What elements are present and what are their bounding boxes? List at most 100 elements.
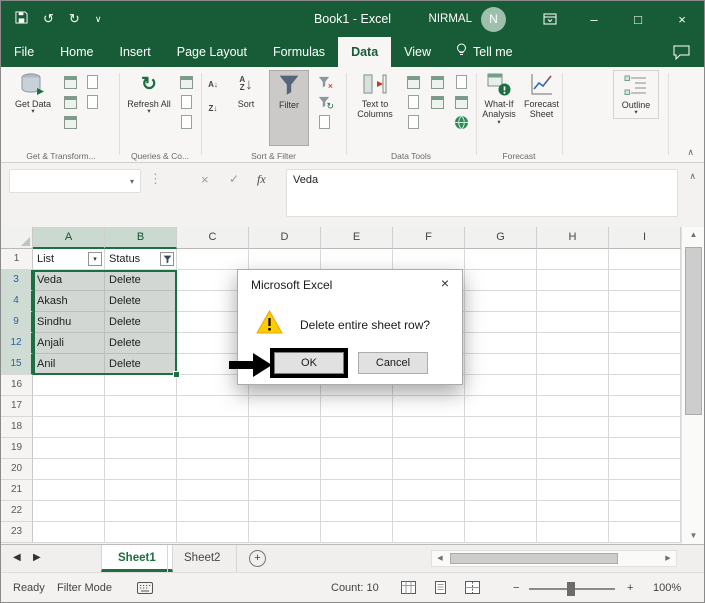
from-web-icon[interactable] <box>83 73 101 91</box>
column-header-e[interactable]: E <box>321 227 393 249</box>
horizontal-scrollbar[interactable]: ◀ ▶ <box>431 550 677 567</box>
row-header-18[interactable]: 18 <box>1 417 33 438</box>
zoom-slider[interactable] <box>529 582 615 596</box>
tab-home[interactable]: Home <box>47 37 106 67</box>
name-box-dropdown-icon[interactable]: ▾ <box>130 170 134 194</box>
edit-links-icon[interactable] <box>177 113 195 131</box>
formula-bar-resize-handle[interactable]: ⋮ <box>149 171 162 187</box>
row-header-9[interactable]: 9 <box>1 312 33 333</box>
row-header-21[interactable]: 21 <box>1 480 33 501</box>
add-sheet-button[interactable]: + <box>249 550 266 567</box>
cancel-button[interactable]: Cancel <box>358 352 428 374</box>
column-header-g[interactable]: G <box>465 227 537 249</box>
get-data-button[interactable]: Get Data ▾ <box>9 70 57 117</box>
tab-page-layout[interactable]: Page Layout <box>164 37 260 67</box>
scroll-right-icon[interactable]: ▶ <box>660 551 676 566</box>
tab-sheet1[interactable]: Sheet1 <box>101 545 173 572</box>
flash-fill-icon[interactable] <box>404 73 422 91</box>
advanced-filter-icon[interactable] <box>315 113 333 131</box>
cancel-entry-icon[interactable]: × <box>201 172 209 187</box>
refresh-all-button[interactable]: ↻ Refresh All ▾ <box>125 70 173 117</box>
tab-file[interactable]: File <box>1 37 47 67</box>
row-header-19[interactable]: 19 <box>1 438 33 459</box>
row-header-23[interactable]: 23 <box>1 522 33 543</box>
outline-button[interactable]: Outline ▾ <box>613 70 659 119</box>
dialog-close-icon[interactable]: × <box>428 270 462 296</box>
confirm-entry-icon[interactable]: ✓ <box>229 172 239 186</box>
row-header-4[interactable]: 4 <box>1 291 33 312</box>
manage-data-model-icon[interactable] <box>452 93 470 111</box>
sheet-nav-right-icon[interactable]: ▶ <box>33 552 41 563</box>
row-header-17[interactable]: 17 <box>1 396 33 417</box>
row-header-3[interactable]: 3 <box>1 270 33 291</box>
sheet-nav-left-icon[interactable]: ◀ <box>13 552 21 563</box>
collapse-ribbon-icon[interactable]: ∧ <box>687 147 694 158</box>
tab-data[interactable]: Data <box>338 37 392 67</box>
row-header-12[interactable]: 12 <box>1 333 33 354</box>
comment-icon[interactable] <box>659 37 704 67</box>
zoom-out-button[interactable]: − <box>513 573 519 602</box>
filter-active-b1[interactable] <box>160 252 174 266</box>
column-header-c[interactable]: C <box>177 227 249 249</box>
avatar[interactable]: N <box>481 6 506 32</box>
zoom-in-button[interactable]: + <box>627 573 633 602</box>
cell-a3[interactable]: Veda <box>33 270 105 291</box>
view-page-break-icon[interactable] <box>465 581 480 597</box>
tell-me[interactable]: Tell me <box>444 37 525 67</box>
ok-button[interactable]: OK <box>274 352 344 374</box>
cell-b9[interactable]: Delete <box>105 312 177 333</box>
recent-sources-icon[interactable] <box>83 93 101 111</box>
row-header-20[interactable]: 20 <box>1 459 33 480</box>
geography-globe-icon[interactable] <box>452 113 470 131</box>
select-all-corner[interactable] <box>1 227 33 249</box>
view-normal-icon[interactable] <box>401 581 416 597</box>
filter-button[interactable]: Filter <box>269 70 309 146</box>
remove-duplicates-icon[interactable] <box>428 73 446 91</box>
text-to-columns-button[interactable]: Text to Columns <box>350 70 400 121</box>
cell-a4[interactable]: Akash <box>33 291 105 312</box>
cell-a1[interactable]: List ▾ <box>33 249 105 270</box>
cell-a9[interactable]: Sindhu <box>33 312 105 333</box>
filter-dropdown-a1[interactable]: ▾ <box>88 252 102 266</box>
properties-icon[interactable] <box>177 93 195 111</box>
column-header-a[interactable]: A <box>33 227 105 249</box>
row-header-15[interactable]: 15 <box>1 354 33 375</box>
close-button[interactable]: × <box>660 1 704 37</box>
zoom-level[interactable]: 100% <box>653 573 681 602</box>
formula-input[interactable]: Veda <box>286 169 678 217</box>
formula-bar-collapse-icon[interactable]: ∧ <box>689 171 696 182</box>
insert-function-icon[interactable]: fx <box>257 172 266 187</box>
column-header-b[interactable]: B <box>105 227 177 249</box>
row-header-22[interactable]: 22 <box>1 501 33 522</box>
what-if-analysis-button[interactable]: What-If Analysis ▾ <box>477 70 521 127</box>
cell-b4[interactable]: Delete <box>105 291 177 312</box>
cell-b1[interactable]: Status <box>105 249 177 270</box>
view-page-layout-icon[interactable] <box>433 581 448 597</box>
cell-a15[interactable]: Anil <box>33 354 105 375</box>
ribbon-display-options-icon[interactable] <box>528 1 572 37</box>
horizontal-scrollbar-thumb[interactable] <box>450 553 618 564</box>
tab-sheet2[interactable]: Sheet2 <box>167 545 238 572</box>
column-header-f[interactable]: F <box>393 227 465 249</box>
scroll-left-icon[interactable]: ◀ <box>432 551 448 566</box>
clear-filter-icon[interactable]: × <box>315 73 333 91</box>
minimize-button[interactable]: – <box>572 1 616 37</box>
row-header-1[interactable]: 1 <box>1 249 33 270</box>
sort-button[interactable]: AZ ↓ Sort <box>227 70 265 110</box>
consolidate-icon[interactable] <box>404 93 422 111</box>
tab-view[interactable]: View <box>391 37 444 67</box>
count-status[interactable]: Count: 10 <box>331 573 379 602</box>
maximize-button[interactable]: □ <box>616 1 660 37</box>
relationships-icon[interactable] <box>428 93 446 111</box>
scroll-down-icon[interactable]: ▼ <box>682 528 704 544</box>
existing-connections-icon[interactable] <box>61 113 79 131</box>
from-table-icon[interactable] <box>61 93 79 111</box>
queries-connections-icon[interactable] <box>177 73 195 91</box>
row-header-16[interactable]: 16 <box>1 375 33 396</box>
tab-formulas[interactable]: Formulas <box>260 37 338 67</box>
name-box[interactable]: ▾ <box>9 169 141 193</box>
sort-ascending-icon[interactable]: A↓ <box>204 75 222 93</box>
forecast-sheet-button[interactable]: Forecast Sheet <box>522 70 561 121</box>
column-header-h[interactable]: H <box>537 227 609 249</box>
vertical-scrollbar[interactable]: ▲ ▼ <box>681 227 704 544</box>
